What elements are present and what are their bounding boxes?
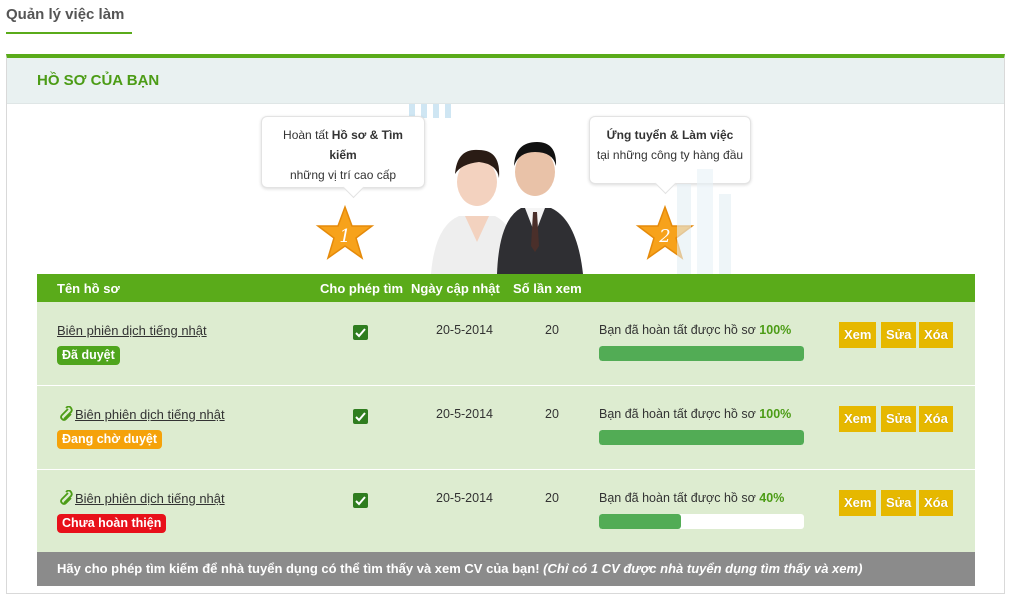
progress-percent: 100% [759,407,792,421]
view-button[interactable]: Xem [839,490,877,516]
progress-text: Bạn đã hoàn tất được hồ sơ 100% [599,323,791,337]
decoration-buildings [677,169,731,274]
progress-percent: 40% [759,491,785,505]
step1-text-bold: Hồ sơ & Tìm kiếm [329,128,403,162]
delete-button[interactable]: Xóa [919,406,953,432]
status-badge: Chưa hoàn thiện [57,514,167,533]
step1-text-pre: Hoàn tất [283,128,332,142]
note-italic: (Chỉ có 1 CV được nhà tuyển dụng tìm thấ… [543,561,863,576]
view-count: 20 [545,323,559,337]
header-updated: Ngày cập nhật [411,281,500,296]
panel-title: HỒ SƠ CỦA BẠN [7,58,1004,104]
table-row: Biên phiên dịch tiếng nhật Chưa hoàn thi… [37,470,975,552]
profile-name-link[interactable]: Biên phiên dịch tiếng nhật [57,323,207,338]
note-main: Hãy cho phép tìm kiếm để nhà tuyển dụng … [57,561,540,576]
progress-percent: 100% [759,323,792,337]
progress-text: Bạn đã hoàn tất được hồ sơ 100% [599,407,791,421]
banner-step1-bubble: Hoàn tất Hồ sơ & Tìm kiếm những vị trí c… [261,116,425,188]
star-icon: 1 [315,204,375,260]
profile-table: Tên hồ sơ Cho phép tìm Ngày cập nhật Số … [37,274,975,552]
progress-text: Bạn đã hoàn tất được hồ sơ 40% [599,491,784,505]
step2-text-line2: tại những công ty hàng đầu [596,148,744,162]
progress-fill [599,430,804,445]
delete-button[interactable]: Xóa [919,490,953,516]
progress-prefix: Bạn đã hoàn tất được hồ sơ [599,491,756,505]
status-badge: Đã duyệt [57,346,120,365]
status-badge: Đang chờ duyệt [57,430,163,449]
updated-date: 20-5-2014 [436,407,493,421]
allow-search-checkbox[interactable] [353,325,368,340]
paperclip-icon [60,406,73,421]
edit-button[interactable]: Sửa [881,490,917,516]
people-illustration [431,142,583,274]
page-tab-job-management[interactable]: Quản lý việc làm [6,6,132,34]
view-count: 20 [545,491,559,505]
edit-button[interactable]: Sửa [881,322,917,348]
updated-date: 20-5-2014 [436,323,493,337]
progress-prefix: Bạn đã hoàn tất được hồ sơ [599,407,756,421]
profile-name-link[interactable]: Biên phiên dịch tiếng nhật [75,491,225,506]
view-button[interactable]: Xem [839,322,877,348]
paperclip-icon [60,490,73,505]
table-row: Biên phiên dịch tiếng nhật Đã duyệt 20-5… [37,302,975,386]
search-permission-note: Hãy cho phép tìm kiếm để nhà tuyển dụng … [37,552,975,586]
checkbox-checked-icon [355,412,366,422]
delete-button[interactable]: Xóa [919,322,953,348]
table-row: Biên phiên dịch tiếng nhật Đang chờ duyệ… [37,386,975,470]
checkbox-checked-icon [355,328,366,338]
profile-panel: HỒ SƠ CỦA BẠN Hoàn tất Hồ sơ & Tìm kiếm … [6,54,1005,594]
progress-bar [599,430,804,445]
edit-button[interactable]: Sửa [881,406,917,432]
table-header: Tên hồ sơ Cho phép tìm Ngày cập nhật Số … [37,274,975,302]
allow-search-checkbox[interactable] [353,493,368,508]
step2-text-bold: Ứng tuyển & Làm việc [606,128,734,142]
progress-bar [599,514,804,529]
progress-fill [599,346,804,361]
header-name: Tên hồ sơ [57,281,120,296]
progress-fill [599,514,681,529]
header-views: Số lần xem [513,281,582,296]
view-button[interactable]: Xem [839,406,877,432]
view-count: 20 [545,407,559,421]
profile-name-link[interactable]: Biên phiên dịch tiếng nhật [75,407,225,422]
updated-date: 20-5-2014 [436,491,493,505]
banner: Hoàn tất Hồ sơ & Tìm kiếm những vị trí c… [7,104,1004,274]
progress-prefix: Bạn đã hoàn tất được hồ sơ [599,323,756,337]
header-allow-search: Cho phép tìm [320,281,404,296]
allow-search-checkbox[interactable] [353,409,368,424]
progress-bar [599,346,804,361]
step1-text-line2: những vị trí cao cấp [289,168,397,182]
checkbox-checked-icon [355,496,366,506]
step1-number: 1 [339,226,350,247]
